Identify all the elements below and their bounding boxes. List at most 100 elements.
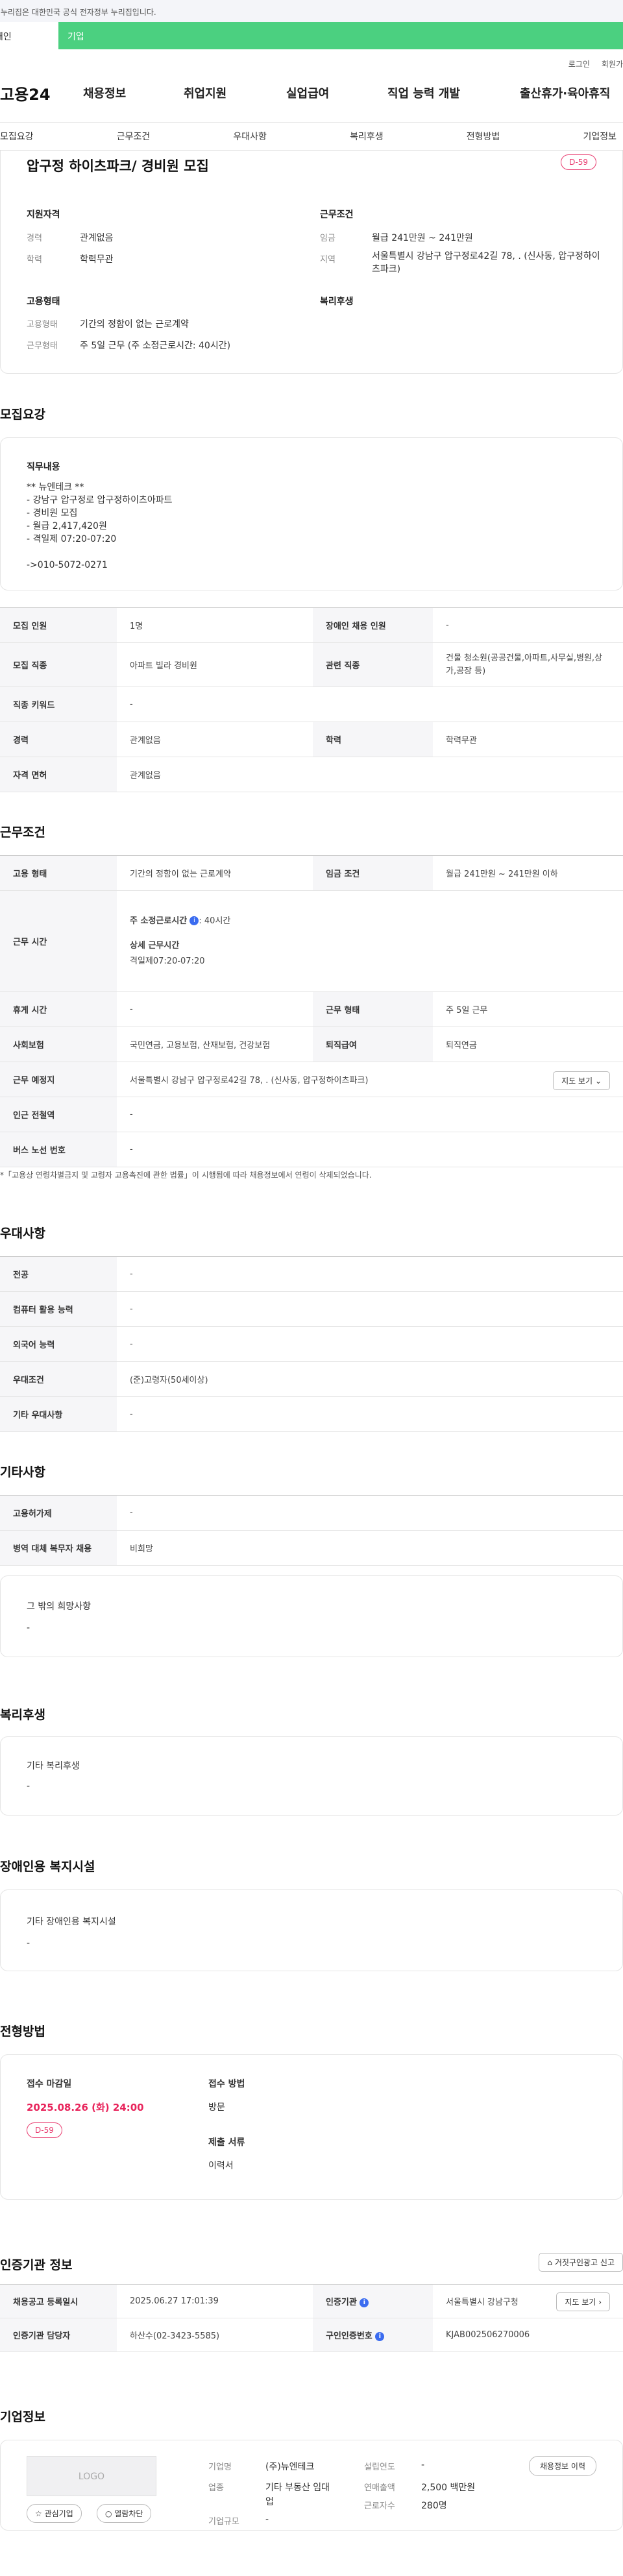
- detail-hours-label: 상세 근무시간: [130, 940, 180, 951]
- tab-corporate[interactable]: 기업: [58, 22, 623, 49]
- severance-value: 퇴직연금: [433, 1027, 623, 1062]
- duty-title: 직무내용: [27, 462, 60, 472]
- process-card: 접수 마감일 2025.08.26 (화) 24:00 D-59 접수 방법 방…: [0, 2054, 623, 2200]
- severance-label: 퇴직급여: [313, 1027, 433, 1062]
- wage-cond-label: 임금 조건: [313, 855, 433, 891]
- duty-line: [27, 546, 172, 559]
- main-menu: 채용정보 취업지원 실업급여 직업 능력 개발 출산휴가·육아휴직: [83, 84, 610, 101]
- job-label: 모집 직종: [0, 642, 117, 687]
- sales-value: 2,500 백만원: [421, 2483, 476, 2493]
- report-button[interactable]: ⌂ 거짓구인광고 신고: [539, 2253, 623, 2272]
- pref-etc-label: 기타 우대사항: [0, 1396, 117, 1432]
- place-label: 근무 예정지: [0, 1062, 117, 1097]
- home-icon: ⌂: [547, 2258, 553, 2267]
- wish-title: 그 밖의 희망사항: [27, 1601, 92, 1612]
- disability-sub: 기타 장애인용 복지시설: [27, 1917, 116, 1927]
- duty-card: 직무내용 ** 뉴엔테크 ** - 강남구 압구정로 압구정하이츠아파트 - 경…: [0, 437, 623, 590]
- fav-label: 관심기업: [44, 2509, 73, 2518]
- gov-banner: 이 누리집은 대한민국 공식 전자정부 누리집입니다.: [0, 0, 623, 22]
- welfare-title-summary: 복리후생: [320, 297, 354, 307]
- nav-unemployment-benefit[interactable]: 실업급여: [286, 84, 387, 101]
- age-notice: *「고용상 연령차별금지 및 고령자 고용촉진에 관한 법률」이 시행됨에 따라…: [0, 1171, 372, 1180]
- company-logo-text: LOGO: [78, 2472, 105, 2482]
- chevron-right-icon: ›: [598, 2298, 602, 2307]
- bus-label: 버스 노선 번호: [0, 1132, 117, 1167]
- size-value: -: [265, 2514, 269, 2525]
- lang-label: 외국어 능력: [0, 1326, 117, 1362]
- worktype-label: 근무형태: [27, 341, 58, 351]
- nav-employment-support[interactable]: 취업지원: [184, 84, 286, 101]
- emp-value: 기간의 정함이 없는 근로계약: [117, 855, 313, 891]
- weekly-hours: 주 소정근로시간 i: 40시간: [130, 915, 610, 928]
- section-title-recruit: 모집요강: [0, 407, 45, 422]
- anchor-process[interactable]: 전형방법: [467, 130, 500, 143]
- license-value: 관계없음: [117, 757, 623, 792]
- year-label: 설립연도: [364, 2462, 395, 2472]
- info-icon[interactable]: i: [360, 2298, 369, 2307]
- org-cell: 서울특별시 강남구청 지도 보기 ›: [433, 2284, 623, 2318]
- career-value: 관계없음: [80, 233, 114, 243]
- hire-history-button[interactable]: 채용정보 이력: [528, 2456, 596, 2476]
- welfare-sub: 기타 복리후생: [27, 1761, 80, 1771]
- wage-cond-value: 월급 241만원 ~ 241만원 이하: [433, 855, 623, 891]
- subway-value: -: [117, 1097, 623, 1132]
- section-title-cert: 인증기관 정보: [0, 2258, 73, 2272]
- anchor-recruit[interactable]: 모집요강: [0, 130, 34, 143]
- welfare-card: 기타 복리후생 -: [0, 1736, 623, 1816]
- disability-value: -: [27, 1938, 31, 1949]
- cert-table: 채용공고 등록일시 2025.06.27 17:01:39 인증기관 i 서울특…: [0, 2284, 623, 2352]
- block-company-button[interactable]: ○ 열람차단: [97, 2504, 152, 2523]
- form-label: 근무 형태: [313, 991, 433, 1027]
- worktype-value: 주 5일 근무 (주 소정근로시간: 40시간): [80, 341, 231, 351]
- site-logo[interactable]: 고용24: [0, 82, 83, 104]
- anchor-work[interactable]: 근무조건: [117, 130, 151, 143]
- no-label: 구인인증번호: [326, 2331, 373, 2341]
- region-value: 서울특별시 강남구 압구정로42길 78, . (신사동, 압구정하이츠파크): [372, 251, 600, 274]
- map-button-label: 지도 보기: [561, 1076, 593, 1086]
- docs-label: 제출 서류: [208, 2137, 245, 2148]
- anchor-welfare[interactable]: 복리후생: [350, 130, 384, 143]
- job-value: 아파트 빌라 경비원: [117, 642, 313, 687]
- section-work: 근무조건 고용 형태 기간의 정함이 없는 근로계약 임금 조건 월급 241만…: [0, 802, 623, 1191]
- section-anchor-tabs: 모집요강 근무조건 우대사항 복리후생 전형방법 기업정보: [0, 122, 623, 151]
- weekly-hours-label: 주 소정근로시간: [130, 916, 188, 926]
- cond-title: 근무조건: [320, 210, 354, 220]
- disabled-count-label: 장애인 채용 인원: [313, 607, 433, 643]
- wage-label: 임금: [320, 234, 336, 243]
- duty-line: - 월급 2,417,420원: [27, 521, 107, 531]
- org-value: 서울특별시 강남구청: [446, 2298, 519, 2307]
- section-title-welfare: 복리후생: [0, 1708, 45, 1722]
- wish-card: 그 밖의 희망사항 -: [0, 1575, 623, 1657]
- company-card: LOGO ☆ 관심기업 ○ 열람차단 기업명 (주)뉴엔테크 업종 기타 부동산…: [0, 2440, 623, 2531]
- place-value: 서울특별시 강남구 압구정로42길 78, . (신사동, 압구정하이츠파크): [130, 1076, 369, 1086]
- info-icon[interactable]: i: [375, 2331, 385, 2341]
- section-title-pref: 우대사항: [0, 1226, 45, 1241]
- tab-individual[interactable]: 개인: [0, 22, 58, 49]
- nav-parental-leave[interactable]: 출산휴가·육아휴직: [520, 84, 610, 101]
- career-row-value: 관계없음: [117, 722, 313, 757]
- anchor-pref[interactable]: 우대사항: [233, 130, 267, 143]
- hours-label: 근무 시간: [0, 890, 117, 992]
- wish-value: -: [27, 1623, 31, 1633]
- industry-label: 업종: [208, 2483, 224, 2493]
- fav-company-button[interactable]: ☆ 관심기업: [27, 2504, 82, 2523]
- insurance-value: 국민연금, 고용보험, 산재보험, 건강보험: [117, 1027, 313, 1062]
- qual-title: 지원자격: [27, 210, 60, 220]
- emptype-label: 고용형태: [27, 320, 58, 330]
- org-view-button[interactable]: 지도 보기 ›: [556, 2292, 610, 2311]
- nav-job-info[interactable]: 채용정보: [83, 84, 184, 101]
- industry-value: 기타 부동산 임대업: [265, 2483, 330, 2507]
- duty-line: - 경비원 모집: [27, 508, 78, 518]
- signup-link[interactable]: 회원가: [602, 58, 623, 69]
- wage-value: 월급 241만원 ~ 241만원: [372, 233, 473, 243]
- user-type-tabs: 개인 기업: [0, 22, 623, 49]
- info-icon[interactable]: i: [189, 916, 199, 925]
- job-summary-card: 압구정 하이츠파크/ 경비원 모집 D-59 지원자격 경력 관계없음 학력 학…: [0, 151, 623, 374]
- login-link[interactable]: 로그인: [568, 58, 590, 69]
- anchor-company[interactable]: 기업정보: [583, 130, 617, 143]
- block-label: 열람차단: [114, 2509, 143, 2518]
- map-button[interactable]: 지도 보기 ⌄: [553, 1071, 610, 1090]
- nav-vocational-training[interactable]: 직업 능력 개발: [387, 84, 520, 101]
- insurance-label: 사회보험: [0, 1027, 117, 1062]
- pref-cond-label: 우대조건: [0, 1361, 117, 1397]
